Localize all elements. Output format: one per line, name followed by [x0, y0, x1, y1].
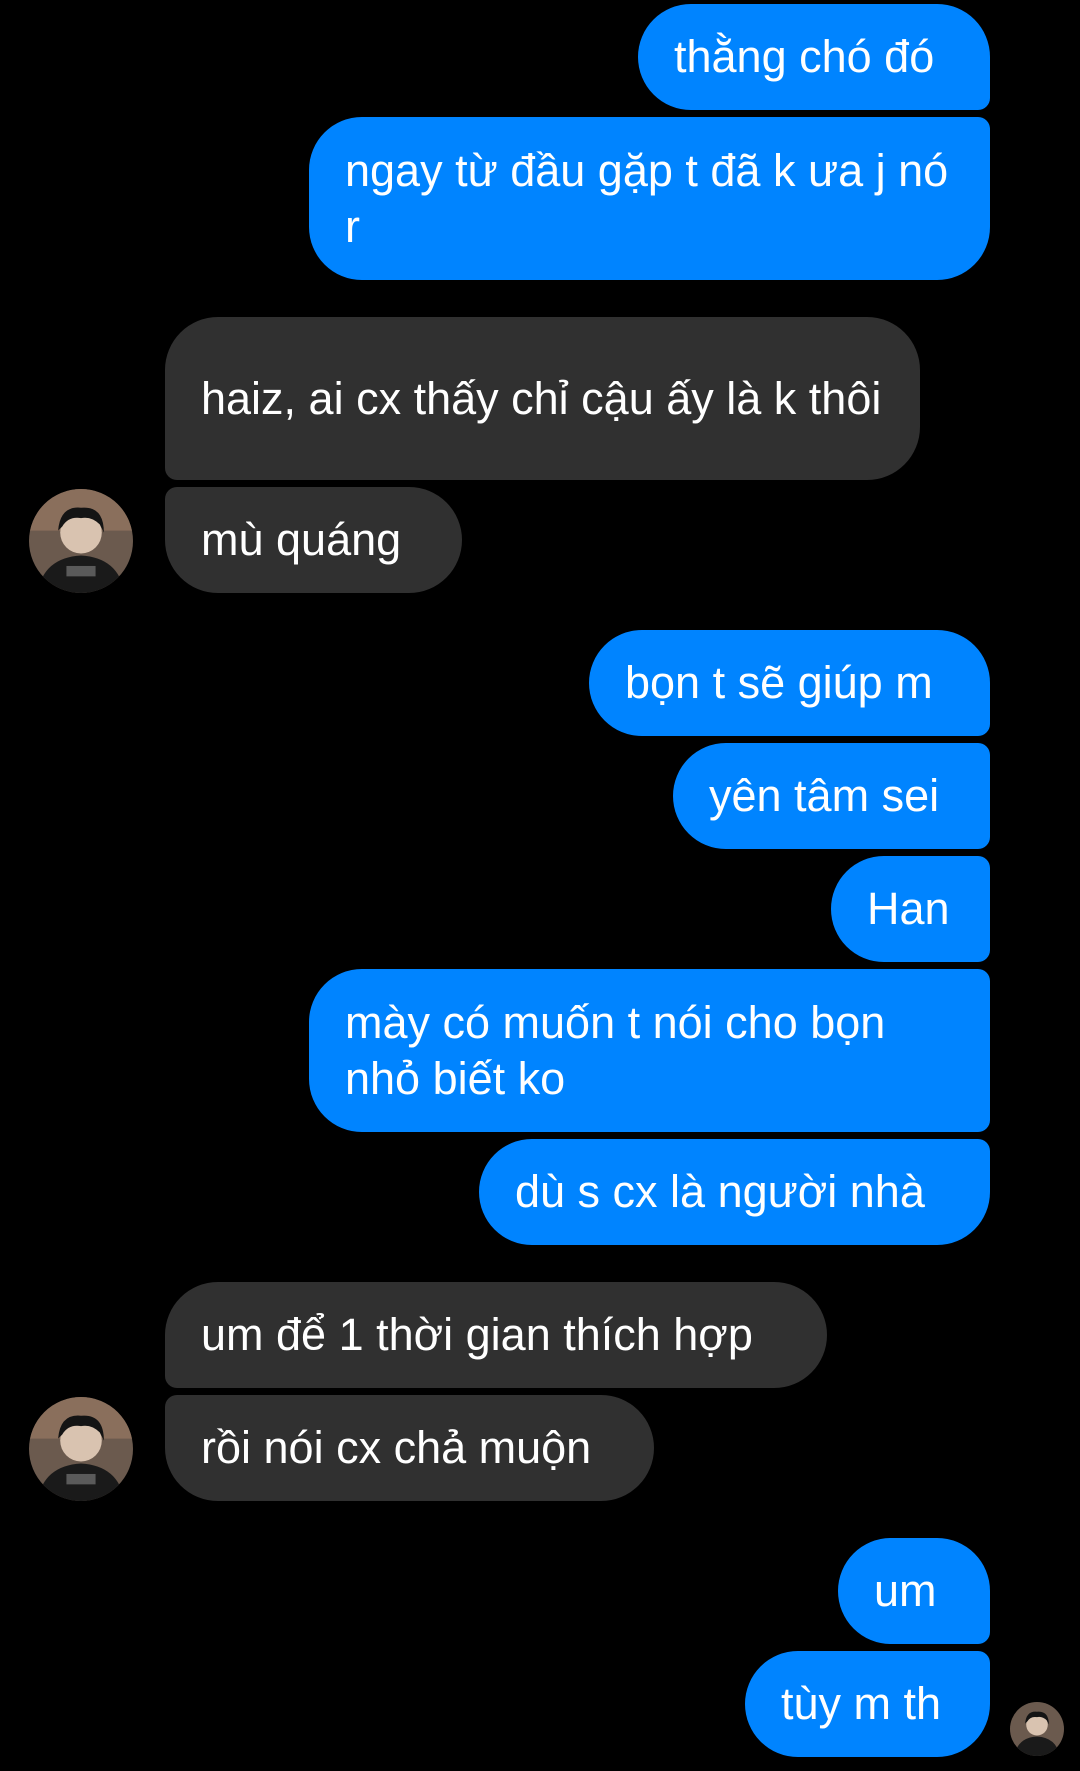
message-bubble-incoming[interactable]: um để 1 thời gian thích hợp [165, 1282, 827, 1388]
message-text: yên tâm sei [709, 770, 940, 821]
message-bubble-outgoing[interactable]: thằng chó đó [638, 4, 990, 110]
message-bubble-outgoing[interactable]: um [838, 1538, 990, 1644]
message-bubble-outgoing[interactable]: Han [831, 856, 990, 962]
message-bubble-incoming[interactable]: mù quáng [165, 487, 462, 593]
message-text: bọn t sẽ giúp m [625, 657, 933, 708]
message-bubble-incoming[interactable]: rồi nói cx chả muộn [165, 1395, 654, 1501]
message-text: ngay từ đầu gặp t đã k ưa j nó r [345, 144, 961, 252]
message-bubble-outgoing[interactable]: mày có muốn t nói cho bọn nhỏ biết ko [309, 969, 990, 1132]
message-bubble-outgoing[interactable]: tùy m th [745, 1651, 990, 1757]
read-receipt-avatar [1010, 1702, 1064, 1756]
message-text: mày có muốn t nói cho bọn nhỏ biết ko [345, 996, 898, 1104]
message-bubble-outgoing[interactable]: dù s cx là người nhà [479, 1139, 990, 1245]
message-bubble-outgoing[interactable]: yên tâm sei [673, 743, 990, 849]
avatar-image [1010, 1702, 1064, 1756]
message-bubble-outgoing[interactable]: ngay từ đầu gặp t đã k ưa j nó r [309, 117, 990, 280]
message-text: dù s cx là người nhà [515, 1166, 925, 1217]
message-text: tùy m th [781, 1678, 942, 1729]
message-text: um để 1 thời gian thích hợp [201, 1309, 753, 1360]
message-text: rồi nói cx chả muộn [201, 1422, 592, 1473]
message-text: thằng chó đó [674, 31, 935, 82]
avatar-image [29, 489, 133, 593]
message-text: mù quáng [201, 514, 402, 565]
contact-avatar[interactable] [29, 1397, 133, 1501]
message-text: haiz, ai cx thấy chỉ cậu ấy là k thôi [201, 372, 882, 424]
message-text: um [874, 1565, 937, 1616]
message-bubble-incoming[interactable]: haiz, ai cx thấy chỉ cậu ấy là k thôi [165, 317, 920, 480]
contact-avatar[interactable] [29, 489, 133, 593]
message-bubble-outgoing[interactable]: bọn t sẽ giúp m [589, 630, 990, 736]
avatar-image [29, 1397, 133, 1501]
message-text: Han [867, 883, 950, 934]
